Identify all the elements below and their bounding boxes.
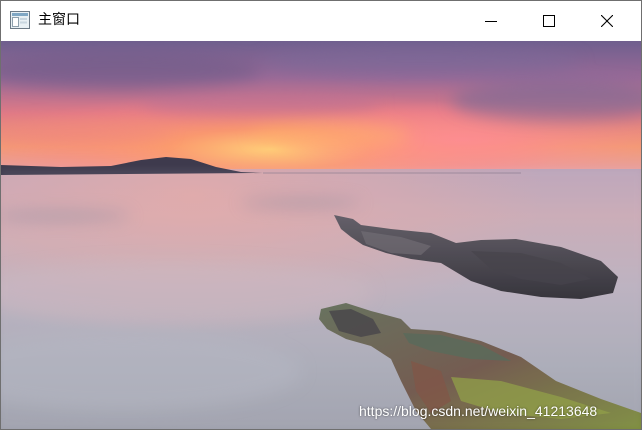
title-bar[interactable]: 主窗口 xyxy=(1,1,641,40)
app-window-icon xyxy=(10,11,30,29)
maximize-icon xyxy=(543,14,555,27)
image-area: https://blog.csdn.net/weixin_41213648 xyxy=(1,41,641,429)
maximize-button[interactable] xyxy=(526,1,572,40)
main-window: 主窗口 https://blog.csdn.net/weixin_4121364… xyxy=(0,0,642,430)
seascape-sunset-photo xyxy=(1,41,641,429)
close-icon xyxy=(601,14,613,27)
minimize-button[interactable] xyxy=(468,1,514,40)
minimize-icon xyxy=(485,20,497,22)
close-button[interactable] xyxy=(584,1,630,40)
watermark-text: https://blog.csdn.net/weixin_41213648 xyxy=(359,403,598,419)
window-title: 主窗口 xyxy=(38,12,80,28)
